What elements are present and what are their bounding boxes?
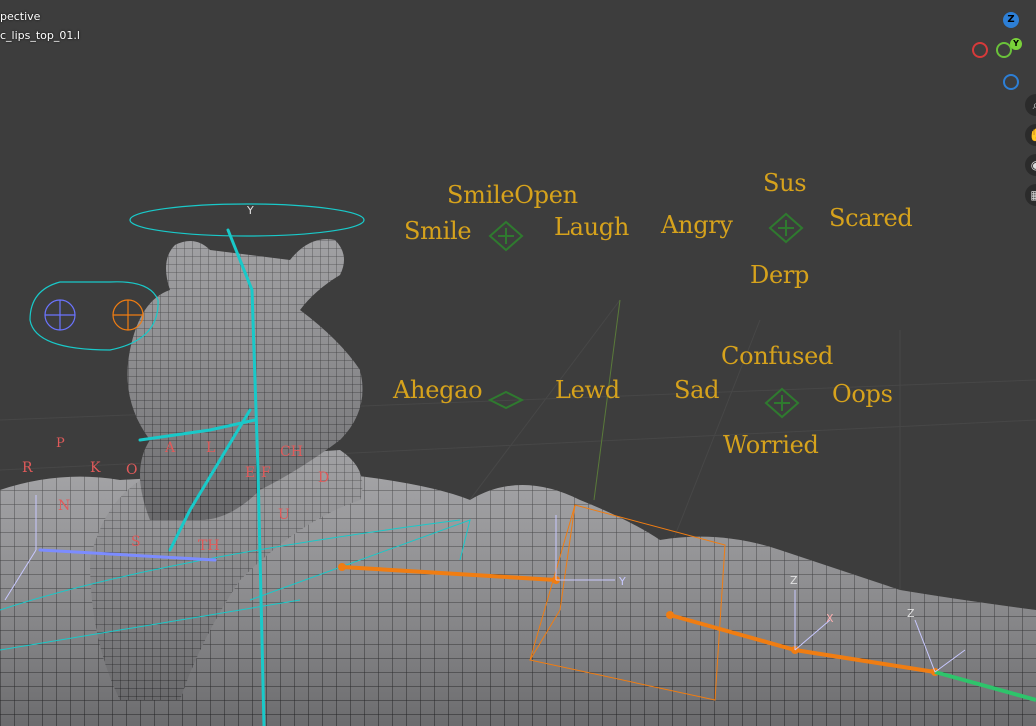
expr-worried[interactable]: Worried [723,431,819,459]
expr-oops[interactable]: Oops [832,380,893,408]
expr-sus[interactable]: Sus [763,169,807,197]
view-mode-label: pective [0,10,41,23]
gizmo-y-axis[interactable]: Y [1010,38,1022,50]
expr-derp[interactable]: Derp [750,261,809,289]
phoneme-o[interactable]: O [126,462,137,478]
phoneme-p[interactable]: P [56,436,65,451]
phoneme-a[interactable]: A [165,440,175,456]
phoneme-n[interactable]: N [58,498,70,514]
phoneme-th[interactable]: TH [198,538,220,554]
expr-angry[interactable]: Angry [661,211,733,239]
gizmo-neg-x-axis[interactable] [972,42,988,58]
axis-label-x-spine: X [826,612,834,625]
3d-viewport[interactable]: pective c_lips_top_01.l SmileOpen Smile … [0,0,1036,726]
phoneme-e[interactable]: E [245,465,255,481]
navigation-gizmo[interactable]: Z Y [972,10,1036,100]
gizmo-neg-z-axis[interactable] [1003,74,1019,90]
expr-smile[interactable]: Smile [404,217,472,245]
expr-lewd[interactable]: Lewd [555,376,620,404]
phoneme-f[interactable]: F [261,465,271,481]
expr-smile-open[interactable]: SmileOpen [447,181,578,209]
axis-label-y-chest: Y [619,575,626,588]
phoneme-l[interactable]: L [206,440,215,456]
expr-ahegao[interactable]: Ahegao [393,376,483,404]
phoneme-u[interactable]: U [278,507,290,523]
phoneme-k[interactable]: K [90,460,100,476]
phoneme-s[interactable]: S [131,534,141,550]
expr-confused[interactable]: Confused [721,342,833,370]
expression-controllers [487,212,804,419]
gizmo-z-axis[interactable]: Z [1003,12,1019,28]
phoneme-ch[interactable]: CH [280,444,303,460]
axis-label-y-head: Y [247,204,254,217]
axis-label-z-spine: Z [790,574,798,587]
phoneme-r[interactable]: R [22,460,33,476]
expr-scared[interactable]: Scared [829,204,913,232]
viewport-scene[interactable] [0,0,1036,726]
active-object-label: c_lips_top_01.l [0,29,80,42]
expr-laugh[interactable]: Laugh [554,213,629,241]
expr-sad[interactable]: Sad [674,376,720,404]
axis-label-z-lower: Z [907,607,915,620]
phoneme-d[interactable]: D [318,470,329,486]
